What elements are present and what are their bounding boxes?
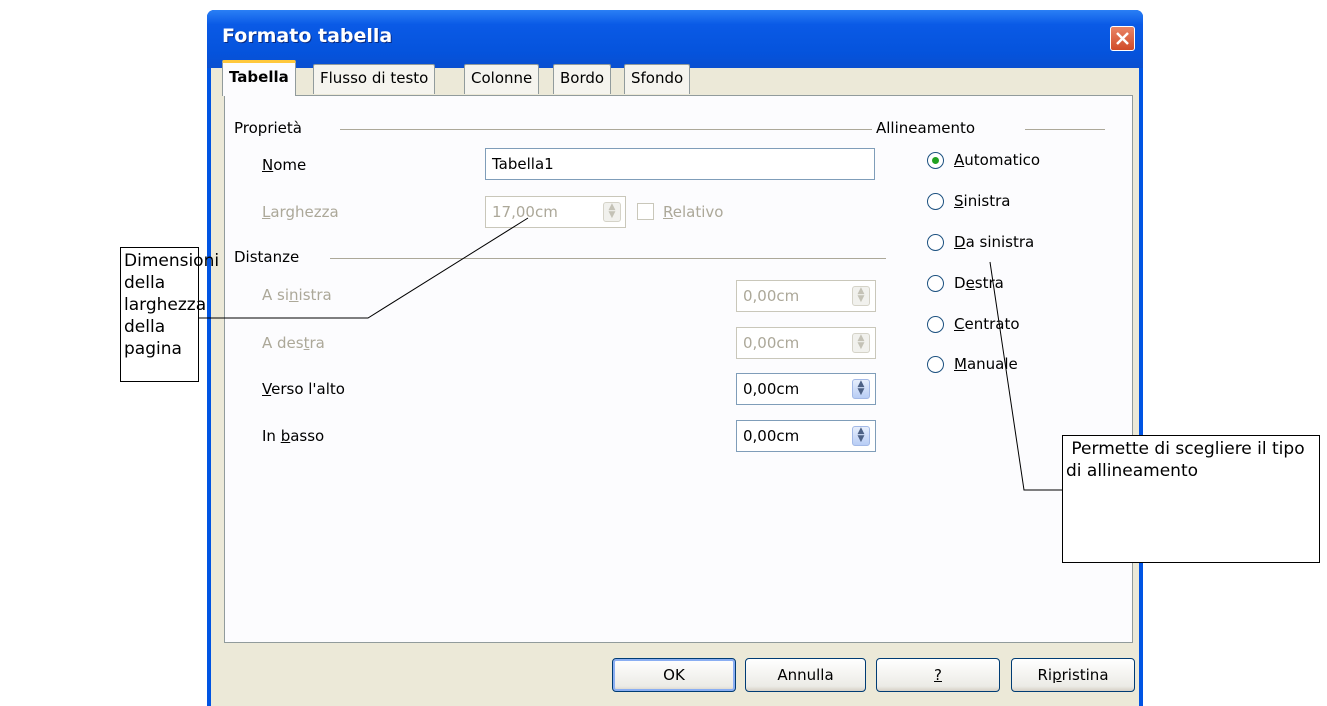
relative-checkbox[interactable] <box>637 203 654 220</box>
reset-button[interactable]: Ripristina <box>1011 658 1135 692</box>
radio-label-automatico: Automatico <box>954 151 1041 169</box>
tab-sfondo[interactable]: Sfondo <box>624 64 691 94</box>
tab-label: Colonne <box>471 69 533 87</box>
tab-tabella[interactable]: Tabella <box>222 60 296 96</box>
name-value: Tabella1 <box>492 155 554 173</box>
right-spacing-value: 0,00cm <box>743 334 800 352</box>
width-spin-button[interactable]: ▲ ▼ <box>603 202 621 222</box>
left-spacing-value: 0,00cm <box>743 287 800 305</box>
bottom-spacing-label: In basso <box>262 427 325 445</box>
radio-centrato[interactable] <box>927 316 944 333</box>
help-button-label: ? <box>934 666 942 684</box>
radio-sinistra[interactable] <box>927 193 944 210</box>
tab-label: Flusso di testo <box>320 69 429 87</box>
tab-label: Bordo <box>560 69 605 87</box>
title-bar[interactable]: Formato tabella <box>207 10 1143 68</box>
left-spacing-label: A sinistra <box>262 286 332 304</box>
cancel-button[interactable]: Annulla <box>745 658 866 692</box>
top-spacing-label: Verso l'alto <box>262 380 345 398</box>
radio-automatico[interactable] <box>927 152 944 169</box>
radio-label-sinistra: Sinistra <box>954 192 1011 210</box>
radio-label-da-sinistra: Da sinistra <box>954 233 1035 251</box>
callout-alignment-note: Permette di scegliere il tipo di allinea… <box>1062 435 1320 563</box>
callout-alignment-text: Permette di scegliere il tipo di allinea… <box>1066 439 1311 481</box>
close-icon <box>1116 32 1129 45</box>
width-label: Larghezza <box>262 203 339 221</box>
radio-label-destra: Destra <box>954 274 1004 292</box>
radio-destra[interactable] <box>927 275 944 292</box>
top-spacing-value: 0,00cm <box>743 380 800 398</box>
ok-button[interactable]: OK <box>612 658 736 692</box>
tab-label: Tabella <box>229 68 289 86</box>
tab-label: Sfondo <box>631 69 684 87</box>
ok-button-label: OK <box>663 666 685 684</box>
right-spacing-label: A destra <box>262 334 325 352</box>
bottom-spacing-spin-button[interactable]: ▲ ▼ <box>852 426 870 446</box>
group-label-proprieta: Proprietà <box>234 119 308 137</box>
group-divider <box>340 129 872 130</box>
radio-da-sinistra[interactable] <box>927 234 944 251</box>
bottom-spacing-value: 0,00cm <box>743 427 800 445</box>
radio-label-centrato: Centrato <box>954 315 1020 333</box>
callout-width-note: Dimensioni della larghezza della pagina <box>120 247 219 382</box>
tab-colonne[interactable]: Colonne <box>464 64 540 94</box>
relative-label: Relativo <box>663 203 724 221</box>
group-divider <box>330 258 886 259</box>
group-label-distanze: Distanze <box>234 248 306 266</box>
reset-button-label: Ripristina <box>1037 666 1109 684</box>
right-spacing-spin-button[interactable]: ▲ ▼ <box>852 333 870 353</box>
group-label-allineamento: Allineamento <box>876 119 982 137</box>
group-divider <box>1025 129 1105 130</box>
help-button[interactable]: ? <box>876 658 1000 692</box>
tab-bordo[interactable]: Bordo <box>553 64 612 94</box>
width-value: 17,00cm <box>492 203 558 221</box>
callout-width-text: Dimensioni della larghezza della pagina <box>124 251 220 359</box>
name-label: Nome <box>262 156 307 174</box>
radio-label-manuale: Manuale <box>954 355 1018 373</box>
dialog-title: Formato tabella <box>222 25 393 47</box>
close-button[interactable] <box>1110 26 1135 51</box>
tab-flusso-di-testo[interactable]: Flusso di testo <box>313 64 436 94</box>
top-spacing-spin-button[interactable]: ▲ ▼ <box>852 379 870 399</box>
name-input[interactable]: Tabella1 <box>485 148 875 180</box>
left-spacing-spin-button[interactable]: ▲ ▼ <box>852 286 870 306</box>
radio-manuale[interactable] <box>927 356 944 373</box>
cancel-button-label: Annulla <box>777 666 834 684</box>
